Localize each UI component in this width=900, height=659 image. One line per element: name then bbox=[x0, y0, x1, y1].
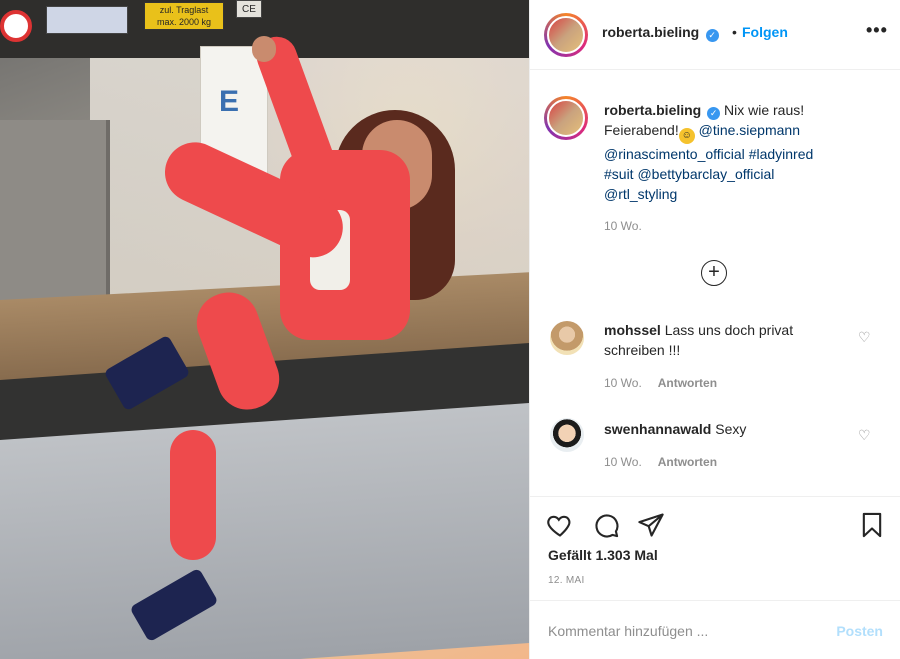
avatar[interactable] bbox=[544, 13, 588, 57]
hashtag-link[interactable]: #suit bbox=[604, 166, 634, 182]
post-actions: Gefällt 1.303 Mal 12. MAI bbox=[530, 496, 900, 600]
caption-username[interactable]: roberta.bieling bbox=[604, 102, 701, 118]
share-icon[interactable] bbox=[637, 511, 665, 539]
commenter-avatar[interactable] bbox=[550, 321, 584, 355]
like-comment-heart-icon[interactable]: ♡ bbox=[858, 330, 872, 344]
background-door bbox=[0, 120, 110, 320]
hand bbox=[252, 36, 276, 62]
follow-button[interactable]: Folgen bbox=[742, 24, 788, 40]
mention-link[interactable]: @rinascimento_official bbox=[604, 146, 745, 162]
caption-text-2: Feierabend! bbox=[604, 122, 679, 138]
reply-button[interactable]: Antworten bbox=[658, 376, 717, 390]
comment-icon[interactable] bbox=[592, 511, 620, 539]
comment-time[interactable]: 10 Wo. bbox=[604, 376, 642, 390]
bookmark-icon[interactable] bbox=[858, 511, 886, 539]
header-user: roberta.bieling ✓ bbox=[602, 24, 719, 42]
caption-text-1: Nix wie raus! bbox=[724, 102, 805, 118]
post-photo[interactable]: zul. Traglast max. 2000 kg CE E bbox=[0, 0, 529, 659]
capacity-sign: zul. Traglast max. 2000 kg bbox=[144, 2, 224, 30]
more-options-icon[interactable]: ••• bbox=[866, 20, 888, 41]
post-button[interactable]: Posten bbox=[836, 623, 883, 639]
post-header: roberta.bieling ✓ • Folgen ••• bbox=[530, 0, 900, 70]
reply-button[interactable]: Antworten bbox=[658, 455, 717, 469]
commenter-avatar[interactable] bbox=[550, 418, 584, 452]
likes-count[interactable]: Gefällt 1.303 Mal bbox=[548, 547, 658, 563]
no-entry-sign-icon bbox=[0, 10, 32, 42]
load-more-comments-icon[interactable]: + bbox=[701, 260, 727, 286]
comment-text: Sexy bbox=[715, 421, 747, 437]
mention-link[interactable]: @bettybarclay_official bbox=[637, 166, 774, 182]
comment-username[interactable]: mohssel bbox=[604, 322, 661, 338]
header-username[interactable]: roberta.bieling bbox=[602, 24, 699, 40]
capacity-sign-line1: zul. Traglast bbox=[159, 5, 209, 15]
grinning-emoji-icon: ☺ bbox=[678, 128, 695, 144]
ce-label: CE bbox=[236, 0, 262, 18]
mention-link[interactable]: @tine.siepmann bbox=[699, 122, 800, 138]
comment-time[interactable]: 10 Wo. bbox=[604, 455, 642, 469]
caption-verified-badge-icon: ✓ bbox=[707, 107, 721, 120]
hashtag-link[interactable]: #ladyinred bbox=[749, 146, 814, 162]
concrete-base bbox=[0, 403, 529, 659]
comment-username[interactable]: swenhannawald bbox=[604, 421, 711, 437]
poster-letter: E bbox=[219, 85, 240, 118]
heart-icon[interactable] bbox=[546, 511, 574, 539]
comment-form: Kommentar hinzufügen ... Posten bbox=[530, 600, 900, 659]
info-plate bbox=[46, 6, 128, 34]
lower-leg bbox=[170, 430, 216, 560]
like-comment-heart-icon[interactable]: ♡ bbox=[858, 428, 872, 442]
comment-item: swenhannawald Sexy 10 Wo. Antworten bbox=[604, 419, 854, 472]
post-date[interactable]: 12. MAI bbox=[548, 575, 585, 586]
post-caption: roberta.bieling ✓ Nix wie raus! Feierabe… bbox=[604, 100, 844, 236]
caption-time[interactable]: 10 Wo. bbox=[604, 216, 844, 236]
mention-link[interactable]: @rtl_styling bbox=[604, 186, 677, 202]
caption-avatar[interactable] bbox=[544, 96, 588, 140]
verified-badge-icon: ✓ bbox=[705, 29, 719, 42]
comment-item: mohssel Lass uns doch privat schreiben !… bbox=[604, 320, 854, 393]
comment-input[interactable]: Kommentar hinzufügen ... bbox=[548, 623, 708, 639]
separator-dot: • bbox=[732, 24, 737, 40]
post-side-panel: roberta.bieling ✓ • Folgen ••• roberta.b… bbox=[529, 0, 900, 659]
capacity-sign-line2: max. 2000 kg bbox=[156, 17, 212, 27]
